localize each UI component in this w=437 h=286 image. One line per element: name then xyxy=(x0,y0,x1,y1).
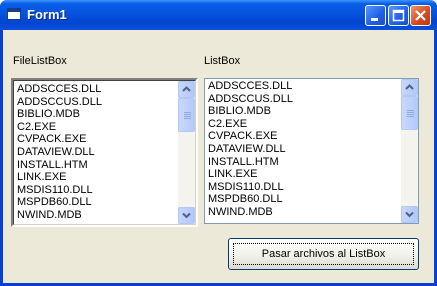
list-item[interactable]: MSDIS110.DLL xyxy=(17,184,102,197)
scroll-thumb[interactable] xyxy=(178,98,195,132)
scroll-up-button[interactable] xyxy=(401,79,418,96)
list-item[interactable]: MSDIS110.DLL xyxy=(208,181,293,194)
list-item[interactable]: LINK.EXE xyxy=(208,168,293,181)
list-box-label: ListBox xyxy=(204,55,241,67)
list-item[interactable]: C2.EXE xyxy=(208,118,293,131)
title-bar[interactable]: Form1 xyxy=(0,0,437,30)
maximize-button[interactable] xyxy=(388,5,409,26)
chevron-up-icon xyxy=(182,86,191,92)
close-button[interactable] xyxy=(410,5,431,26)
file-list-box-label: FileListBox xyxy=(13,55,67,67)
list-item[interactable]: INSTALL.HTM xyxy=(208,156,293,169)
close-icon xyxy=(415,10,426,21)
list-item[interactable]: ADDSCCUS.DLL xyxy=(208,93,293,106)
list-item[interactable]: BIBLIO.MDB xyxy=(17,108,102,121)
scroll-up-button[interactable] xyxy=(178,81,195,98)
scroll-down-button[interactable] xyxy=(401,206,418,223)
transfer-files-button-label: Pasar archivos al ListBox xyxy=(261,248,386,260)
vertical-scrollbar[interactable] xyxy=(178,81,195,224)
file-list-items: ADDSCCES.DLL ADDSCCUS.DLL BIBLIO.MDB C2.… xyxy=(17,83,102,222)
list-item[interactable]: ADDSCCES.DLL xyxy=(208,80,293,93)
list-item[interactable]: CVPACK.EXE xyxy=(17,133,102,146)
list-item[interactable]: DATAVIEW.DLL xyxy=(17,146,102,159)
list-item[interactable]: NWIND.MDB xyxy=(208,206,293,219)
list-item[interactable]: BIBLIO.MDB xyxy=(208,105,293,118)
list-box[interactable]: ADDSCCES.DLL ADDSCCUS.DLL BIBLIO.MDB C2.… xyxy=(204,78,419,224)
maximize-icon xyxy=(392,9,405,22)
scroll-thumb[interactable] xyxy=(401,96,418,130)
form-icon xyxy=(7,8,21,20)
chevron-down-icon xyxy=(182,212,191,219)
list-box-items: ADDSCCES.DLL ADDSCCUS.DLL BIBLIO.MDB C2.… xyxy=(208,80,293,219)
scroll-down-button[interactable] xyxy=(178,207,195,224)
minimize-icon xyxy=(371,18,378,21)
chevron-up-icon xyxy=(405,84,414,90)
chevron-down-icon xyxy=(405,211,414,218)
list-item[interactable]: NWIND.MDB xyxy=(17,209,102,222)
list-item[interactable]: ADDSCCUS.DLL xyxy=(17,96,102,109)
list-item[interactable]: INSTALL.HTM xyxy=(17,159,102,172)
minimize-button[interactable] xyxy=(365,5,386,26)
list-item[interactable]: C2.EXE xyxy=(17,121,102,134)
list-item[interactable]: ADDSCCES.DLL xyxy=(17,83,102,96)
window-title: Form1 xyxy=(27,7,67,22)
list-item[interactable]: DATAVIEW.DLL xyxy=(208,143,293,156)
transfer-files-button[interactable]: Pasar archivos al ListBox xyxy=(228,238,419,270)
list-item[interactable]: LINK.EXE xyxy=(17,171,102,184)
list-item[interactable]: MSPDB60.DLL xyxy=(208,193,293,206)
list-item[interactable]: CVPACK.EXE xyxy=(208,130,293,143)
vertical-scrollbar[interactable] xyxy=(401,79,418,223)
list-item[interactable]: MSPDB60.DLL xyxy=(17,196,102,209)
file-list-box[interactable]: ADDSCCES.DLL ADDSCCUS.DLL BIBLIO.MDB C2.… xyxy=(11,78,198,227)
